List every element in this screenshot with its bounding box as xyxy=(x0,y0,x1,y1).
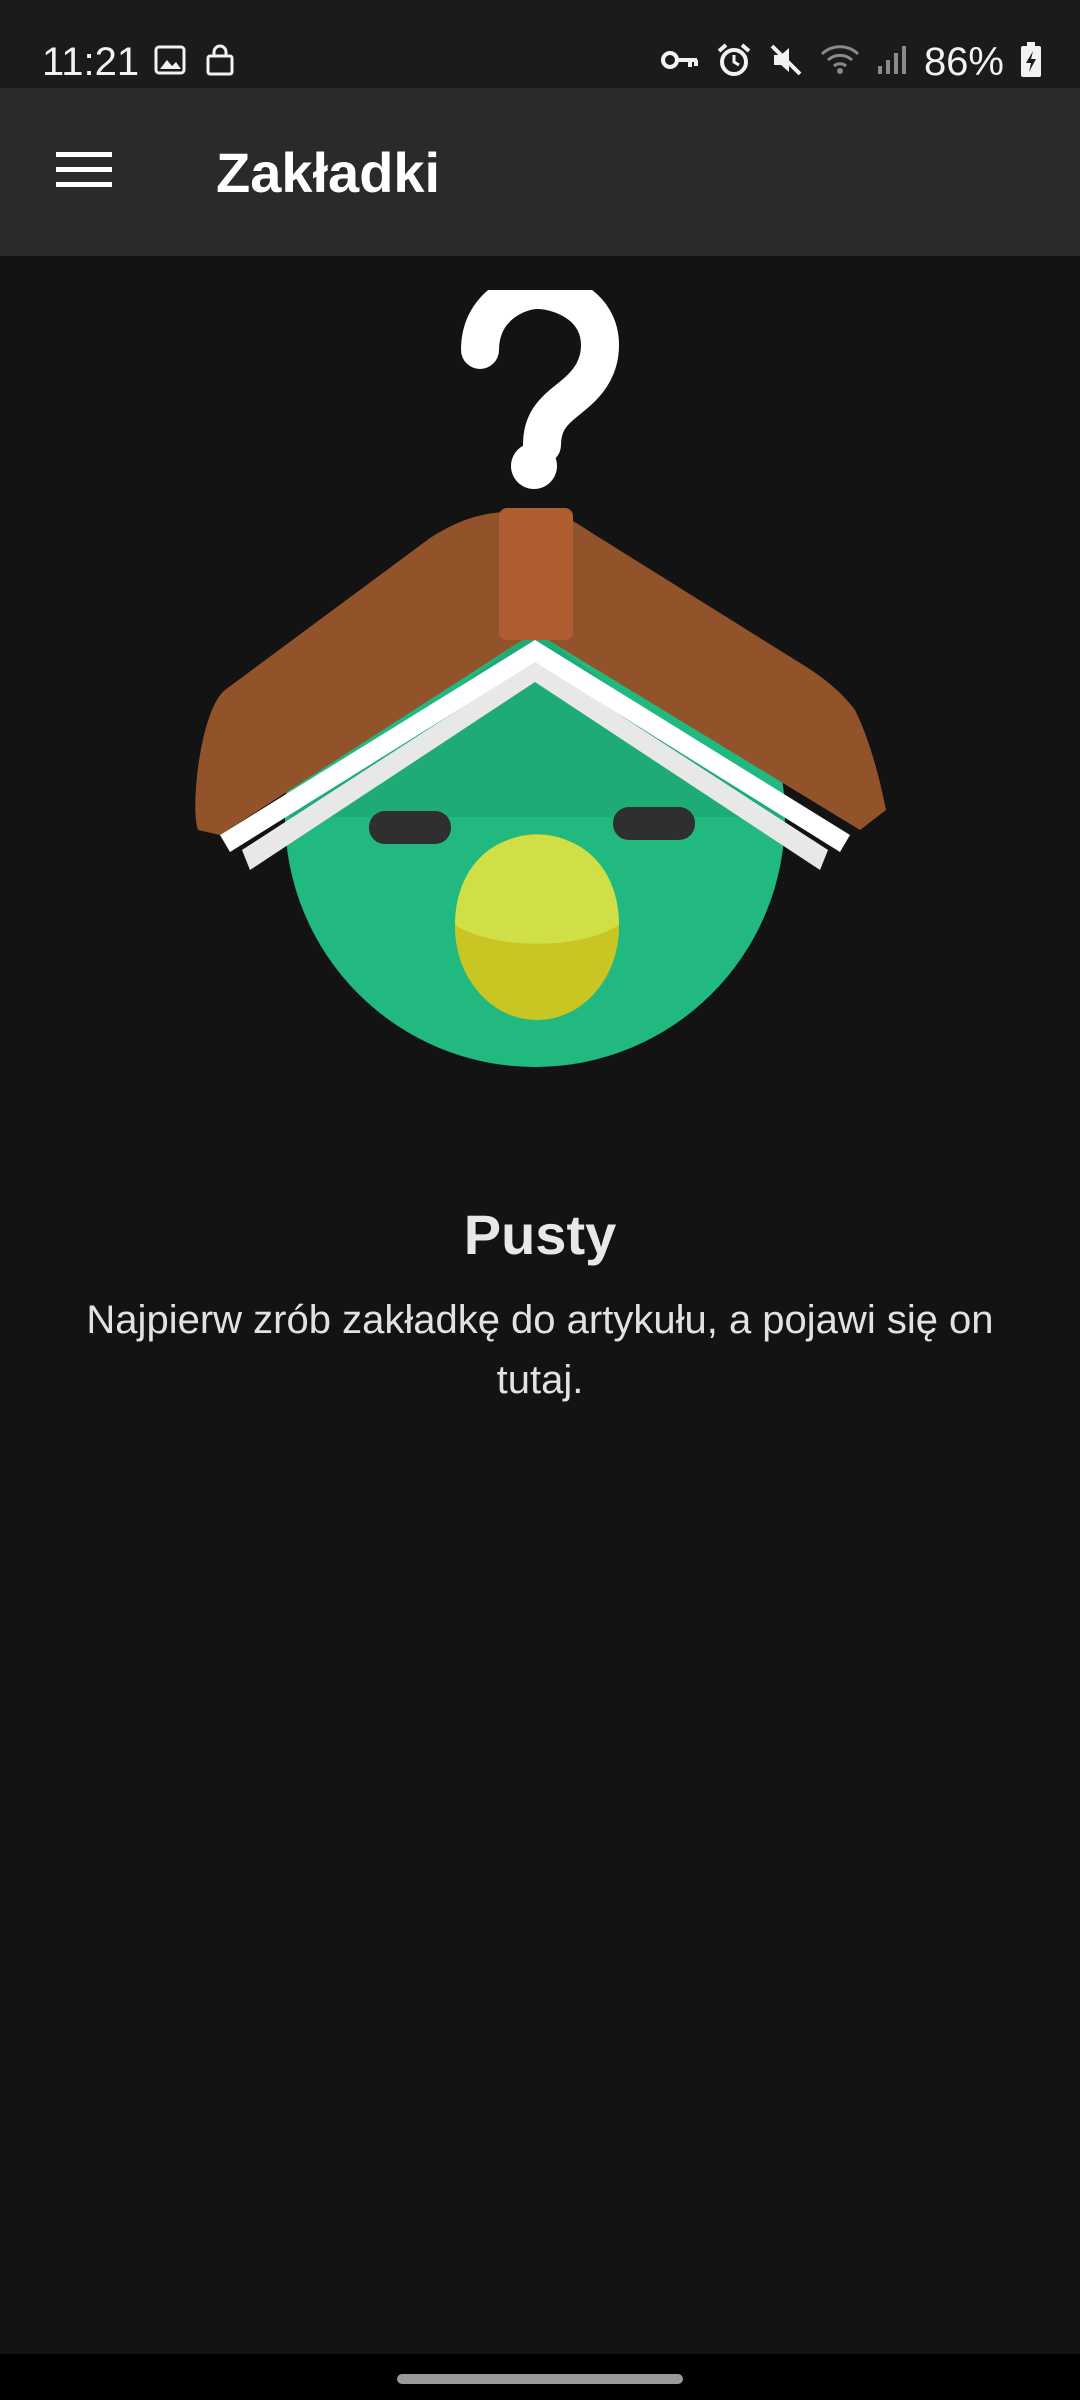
status-right: 86% xyxy=(660,38,1042,86)
question-mark-icon xyxy=(461,270,620,489)
image-icon xyxy=(154,44,186,81)
toolbar: Zakładki xyxy=(0,88,1080,256)
empty-state-message: Najpierw zrób zakładkę do artykułu, a po… xyxy=(86,1298,994,1402)
home-handle[interactable] xyxy=(397,2374,683,2384)
page-title: Zakładki xyxy=(216,141,441,204)
hamburger-menu-icon xyxy=(56,150,112,195)
vpn-key-icon xyxy=(660,46,700,79)
mute-icon xyxy=(768,42,804,83)
status-left-icons xyxy=(154,44,236,81)
alarm-icon xyxy=(716,42,752,83)
wifi-icon xyxy=(820,44,860,81)
status-time: 11:21 xyxy=(42,40,140,84)
battery-charging-icon xyxy=(1020,41,1042,83)
battery-percent: 86% xyxy=(923,40,1004,84)
menu-button[interactable] xyxy=(36,132,132,212)
lock-bag-icon xyxy=(204,44,236,81)
signal-icon xyxy=(876,44,908,81)
status-bar: 11:21 86% xyxy=(0,0,1080,88)
navigation-bar xyxy=(0,2354,1080,2400)
empty-illustration xyxy=(180,270,900,1100)
empty-state-title: Pusty xyxy=(463,1203,617,1266)
